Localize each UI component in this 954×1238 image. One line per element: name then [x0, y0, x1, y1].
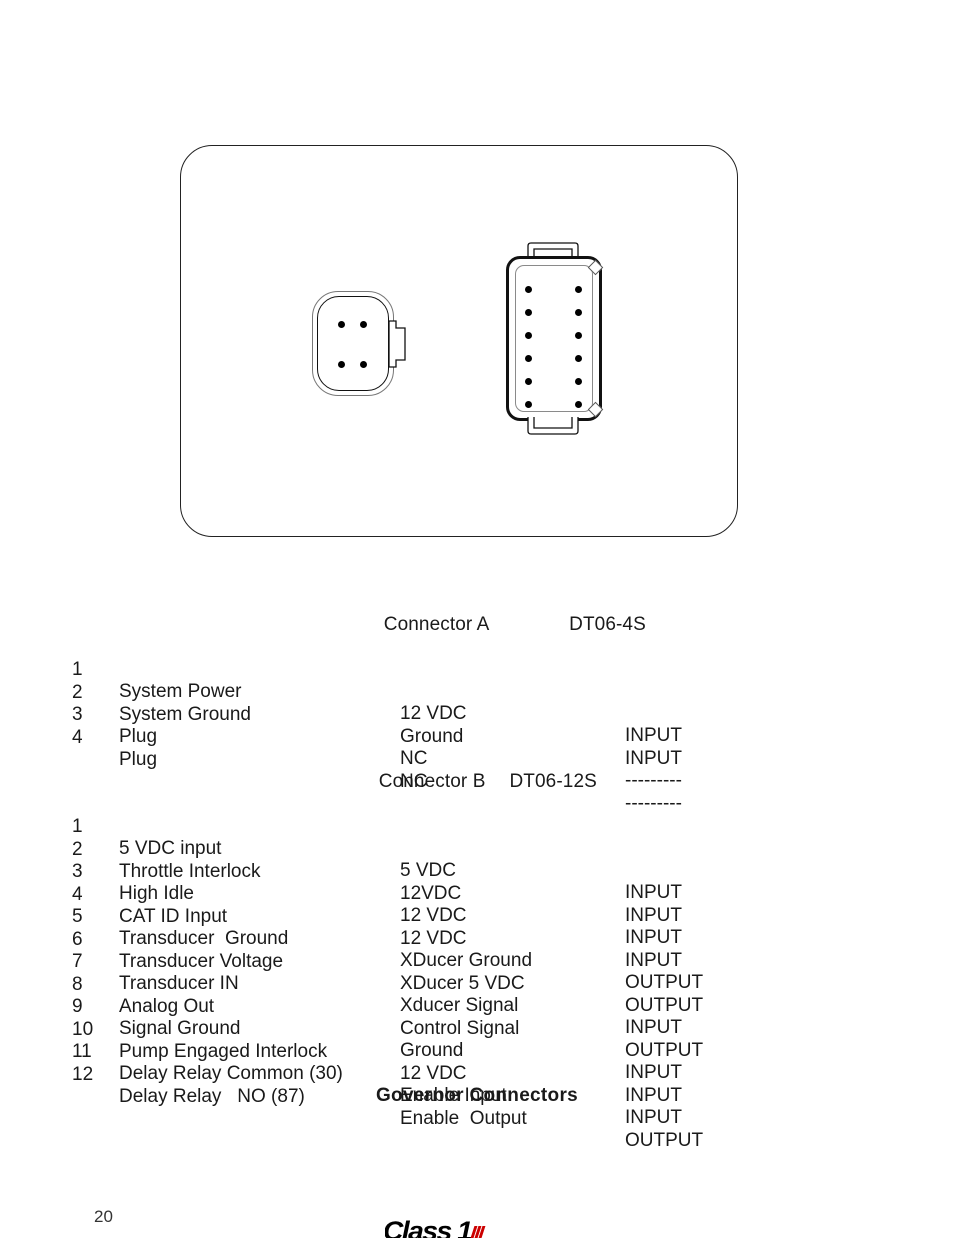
- connector-b-pinout-table: 1 5 VDC input 5 VDC INPUT 2 Throttle Int…: [0, 794, 954, 1151]
- connector-a-pin-3: [338, 361, 345, 368]
- connector-b-pin-6: [575, 332, 582, 339]
- pin-direction: INPUT: [625, 1062, 682, 1083]
- class-1-logo: Class 1: [385, 1218, 565, 1238]
- pin-direction: ---------: [625, 770, 682, 791]
- table-row: 2 System Ground Ground INPUT: [0, 660, 954, 769]
- pin-value: Ground: [400, 725, 464, 747]
- connector-a-latch-tab: [388, 320, 406, 368]
- connector-b-pin-7: [525, 355, 532, 362]
- logo-wordmark: Class 1: [385, 1218, 473, 1238]
- table-row: 10 Pump Engaged Interlock 12 VDC INPUT: [0, 997, 954, 1106]
- connector-b-pin-3: [525, 309, 532, 316]
- pin-value: 12 VDC: [400, 1062, 467, 1084]
- table-row: 4 CAT ID Input 12 VDC INPUT: [0, 862, 954, 971]
- connector-b-pin-10: [575, 378, 582, 385]
- connector-b-bottom-tab: [527, 417, 579, 435]
- pin-direction: INPUT: [625, 1107, 682, 1128]
- table-row: 6 Transducer Voltage XDucer 5 VDC OUTPUT: [0, 907, 954, 1016]
- connector-a-heading-part: DT06-4S: [569, 614, 646, 635]
- table-row: 1 System Power 12 VDC INPUT: [0, 637, 954, 746]
- pin-name: Plug: [119, 726, 158, 747]
- table-row: 11 Delay Relay Common (30) Enable Input …: [0, 1019, 954, 1128]
- connector-a-pin-4: [360, 361, 367, 368]
- connector-b-heading-label: Connector B: [378, 771, 486, 792]
- connector-b-pin-5: [525, 332, 532, 339]
- connector-b-pin-8: [575, 355, 582, 362]
- table-row: 4 Plug NC ---------: [0, 705, 954, 814]
- connector-b-pin-1: [525, 286, 532, 293]
- connector-a-pin-2: [360, 321, 367, 328]
- connector-a-heading-label: Connector A: [383, 614, 490, 635]
- connector-a-pinout-table: 1 System Power 12 VDC INPUT 2 System Gro…: [0, 637, 954, 814]
- table-row: 3 High Idle 12 VDC INPUT: [0, 839, 954, 948]
- logo-slash-marks: [469, 1225, 485, 1238]
- connector-a-4pin-drawing: [312, 291, 408, 396]
- connector-b-heading: Connector B DT06-12S: [368, 749, 597, 793]
- connector-b-12pin-drawing: [499, 241, 609, 436]
- connector-a-inner-face: [317, 296, 389, 391]
- table-row: 2 Throttle Interlock 12VDC INPUT: [0, 817, 954, 926]
- pin-value: Enable Output: [400, 1107, 527, 1129]
- table-row: 9 Signal Ground Ground INPUT: [0, 974, 954, 1083]
- connector-b-pin-2: [575, 286, 582, 293]
- table-row: 8 Analog Out Control Signal OUTPUT: [0, 952, 954, 1061]
- table-row: 5 Transducer Ground XDucer Ground OUTPUT: [0, 884, 954, 993]
- page-number: 20: [94, 1207, 113, 1226]
- pin-number: 4: [72, 726, 83, 748]
- pin-name: Plug: [119, 748, 158, 770]
- table-row: 12 Delay Relay NO (87) Enable Output OUT…: [0, 1042, 954, 1151]
- table-row: 3 Plug NC ---------: [0, 682, 954, 791]
- pin-name: Delay Relay Common (30): [119, 1063, 343, 1084]
- connector-a-pin-1: [338, 321, 345, 328]
- connector-b-pin-12: [575, 401, 582, 408]
- table-row: 7 Transducer IN Xducer Signal INPUT: [0, 929, 954, 1038]
- connector-a-heading: Connector A DT06-4S: [373, 592, 646, 636]
- connector-b-shell: [506, 256, 604, 421]
- pin-direction: INPUT: [625, 747, 682, 769]
- connector-b-heading-part: DT06-12S: [509, 771, 597, 792]
- pin-number: 12: [72, 1063, 94, 1085]
- connector-b-pin-4: [575, 309, 582, 316]
- pin-direction: INPUT: [625, 725, 682, 746]
- connector-b-pin-9: [525, 378, 532, 385]
- pin-direction: OUTPUT: [625, 1129, 704, 1151]
- figure-caption: Governor Connectors: [375, 1085, 579, 1106]
- connector-diagram-box: [180, 145, 738, 537]
- table-row: 1 5 VDC input 5 VDC INPUT: [0, 794, 954, 903]
- connector-b-pin-11: [525, 401, 532, 408]
